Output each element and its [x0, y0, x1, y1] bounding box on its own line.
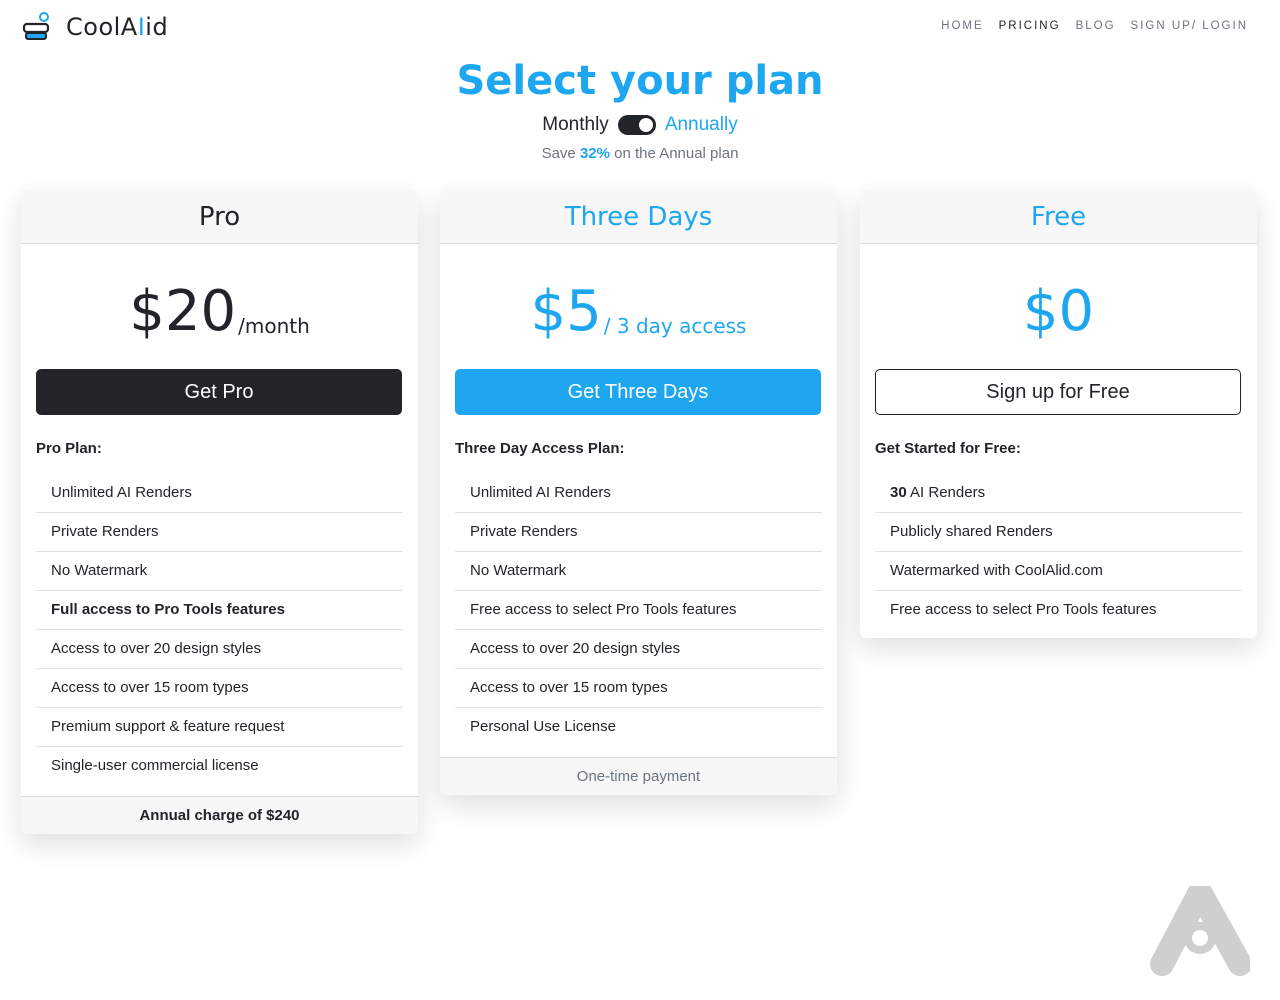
- brand-logo[interactable]: CoolAIid: [22, 12, 168, 42]
- feature-item: No Watermark: [455, 552, 822, 591]
- feature-item: Access to over 20 design styles: [36, 630, 403, 669]
- plan-footer: One-time payment: [440, 757, 837, 795]
- nav-blog[interactable]: BLOG: [1076, 20, 1116, 32]
- feature-item: Premium support & feature request: [36, 708, 403, 747]
- feature-item: Watermarked with CoolAlid.com: [875, 552, 1242, 591]
- feature-list: 30 AI Renders Publicly shared Renders Wa…: [875, 474, 1242, 630]
- plan-card-three-days: Three Days $5/ 3 day access Get Three Da…: [440, 190, 837, 795]
- sign-up-free-button[interactable]: Sign up for Free: [875, 369, 1241, 415]
- feature-item: Private Renders: [455, 513, 822, 552]
- nav-home[interactable]: HOME: [941, 20, 984, 32]
- feature-item: Personal Use License: [470, 718, 616, 735]
- billing-toggle-switch[interactable]: [617, 115, 656, 135]
- plan-features-title: Three Day Access Plan:: [455, 440, 625, 457]
- plan-name: Free: [860, 190, 1257, 244]
- watermark-logo-icon: [1150, 880, 1252, 976]
- feature-item: Private Renders: [36, 513, 403, 552]
- nav-signup-login[interactable]: SIGN UP/ LOGIN: [1131, 20, 1248, 32]
- plan-price: $5/ 3 day access: [530, 279, 747, 344]
- top-nav: HOME PRICING BLOG SIGN UP/ LOGIN: [941, 20, 1248, 32]
- monthly-label[interactable]: Monthly: [542, 114, 609, 136]
- feature-item: Single-user commercial license: [51, 757, 259, 774]
- plan-card-free: Free $0 Sign up for Free Get Started for…: [860, 190, 1257, 638]
- plan-card-pro: Pro $20/month Get Pro Pro Plan: Unlimite…: [21, 190, 418, 834]
- page-title: Select your plan: [456, 58, 824, 104]
- feature-item: Free access to select Pro Tools features: [890, 601, 1157, 618]
- plan-features-title: Pro Plan:: [36, 440, 102, 457]
- feature-item: Access to over 15 room types: [455, 669, 822, 708]
- feature-item: Unlimited AI Renders: [455, 474, 822, 513]
- get-three-days-button[interactable]: Get Three Days: [455, 369, 821, 415]
- billing-toggle-row: Monthly Annually: [0, 114, 1280, 136]
- plan-price: $0: [1022, 279, 1095, 344]
- feature-item: Unlimited AI Renders: [36, 474, 403, 513]
- logo-icon: [22, 12, 52, 42]
- feature-list: Unlimited AI Renders Private Renders No …: [455, 474, 822, 747]
- brand-name: CoolAIid: [66, 13, 169, 41]
- savings-note: Save 32% on the Annual plan: [541, 145, 739, 162]
- feature-item: Free access to select Pro Tools features: [455, 591, 822, 630]
- feature-item: Access to over 15 room types: [36, 669, 403, 708]
- feature-item: 30 AI Renders: [875, 474, 1242, 513]
- plan-name: Pro: [21, 190, 418, 244]
- site-header: CoolAIid HOME PRICING BLOG SIGN UP/ LOGI…: [0, 0, 1280, 56]
- feature-list: Unlimited AI Renders Private Renders No …: [36, 474, 403, 786]
- feature-item: Full access to Pro Tools features: [36, 591, 403, 630]
- plan-footer: Annual charge of $240: [21, 796, 418, 834]
- toggle-knob: [638, 118, 653, 132]
- get-pro-button[interactable]: Get Pro: [36, 369, 402, 415]
- feature-item: No Watermark: [36, 552, 403, 591]
- annually-label[interactable]: Annually: [665, 114, 738, 136]
- nav-pricing[interactable]: PRICING: [999, 20, 1061, 32]
- plan-price: $20/month: [129, 279, 310, 344]
- plan-name: Three Days: [440, 190, 837, 244]
- feature-item: Access to over 20 design styles: [455, 630, 822, 669]
- plan-features-title: Get Started for Free:: [875, 440, 1021, 457]
- savings-percent: 32%: [579, 145, 610, 162]
- feature-item: Publicly shared Renders: [875, 513, 1242, 552]
